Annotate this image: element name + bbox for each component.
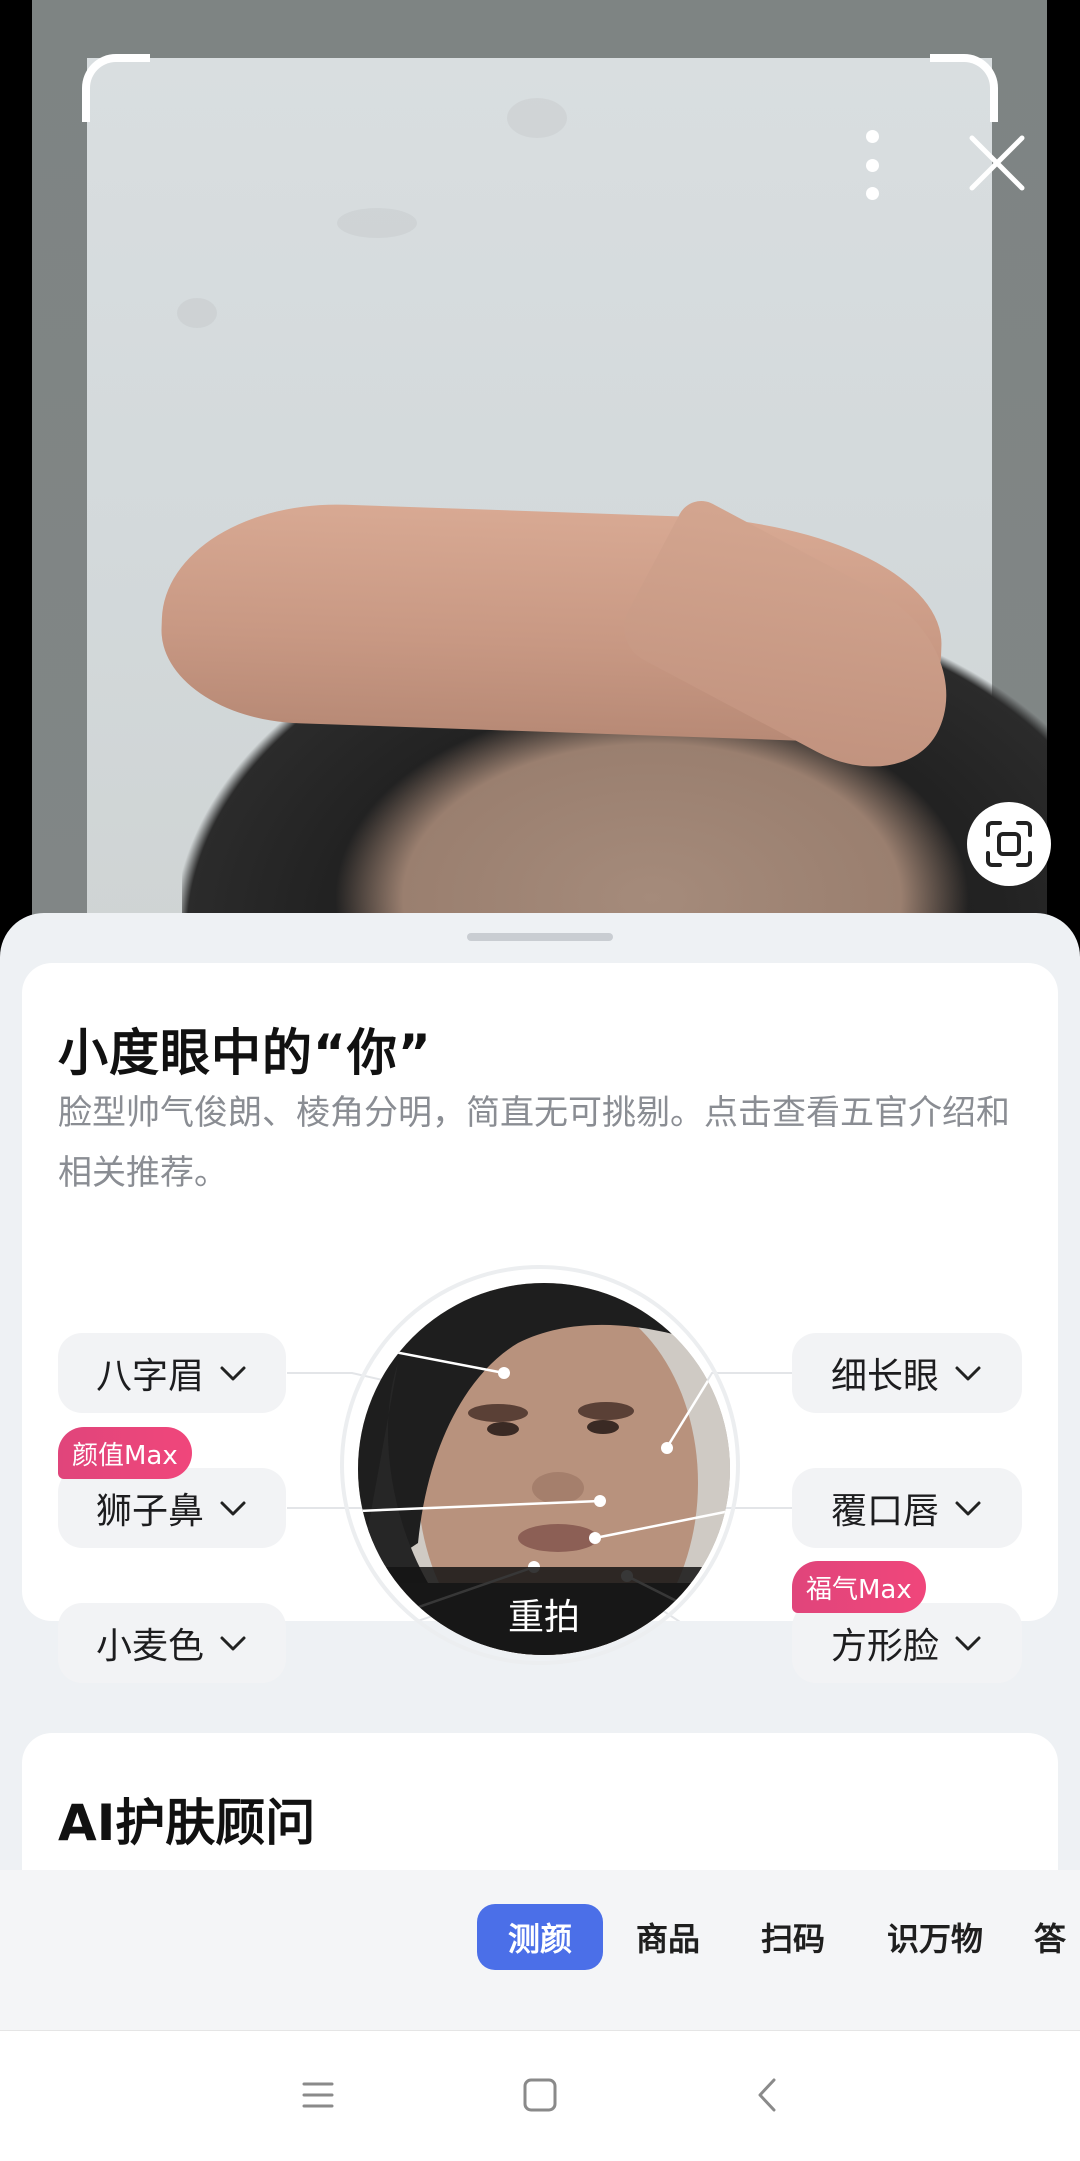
system-navigation-bar: [0, 2030, 1080, 2161]
chevron-down-icon: [220, 1366, 246, 1381]
tab-face-test[interactable]: 测颜: [477, 1904, 603, 1970]
feature-skin-tone[interactable]: 小麦色: [58, 1603, 286, 1683]
mode-tab-bar: 测颜 商品 扫码 识万物 答: [0, 1870, 1080, 2030]
card-title: 小度眼中的“你”: [58, 1024, 432, 1082]
frame-corner-top-left: [82, 54, 150, 122]
card-description[interactable]: 脸型帅气俊朗、棱角分明，简直无可挑剔。点击查看五官介绍和相关推荐。: [58, 1083, 1018, 1203]
feature-label: 八字眉: [95, 1356, 204, 1397]
scan-frame-icon: [986, 821, 1032, 867]
scan-frame-button[interactable]: [967, 802, 1051, 886]
feature-lips[interactable]: 覆口唇: [792, 1468, 1022, 1548]
tab-answer[interactable]: 答: [1034, 1904, 1080, 1970]
feature-label: 狮子鼻: [95, 1491, 204, 1532]
face-photo: 重拍: [358, 1283, 730, 1655]
feature-eyes[interactable]: 细长眼: [792, 1333, 1022, 1413]
feature-label: 方形脸: [830, 1626, 939, 1667]
feature-label: 小麦色: [95, 1626, 204, 1667]
tab-scan-code[interactable]: 扫码: [745, 1904, 841, 1970]
camera-photo: [32, 0, 1047, 930]
feature-badge: 颜值Max: [58, 1427, 192, 1479]
more-icon[interactable]: [850, 130, 894, 200]
home-icon[interactable]: [520, 2075, 560, 2115]
chevron-down-icon: [955, 1636, 981, 1651]
feature-nose[interactable]: 狮子鼻: [58, 1468, 286, 1548]
close-icon[interactable]: [966, 132, 1028, 194]
tab-products[interactable]: 商品: [620, 1904, 716, 1970]
face-analysis-card: 小度眼中的“你” 脸型帅气俊朗、棱角分明，简直无可挑剔。点击查看五官介绍和相关推…: [22, 963, 1058, 1683]
chevron-down-icon: [955, 1501, 981, 1516]
feature-face-shape[interactable]: 方形脸: [792, 1603, 1022, 1683]
feature-label: 细长眼: [830, 1356, 939, 1397]
ai-card-title: AI护肤顾问: [58, 1794, 316, 1852]
frame-corner-top-right: [930, 54, 998, 122]
feature-badge: 福气Max: [792, 1561, 926, 1613]
drag-handle[interactable]: [467, 933, 613, 941]
chevron-down-icon: [220, 1636, 246, 1651]
menu-icon[interactable]: [298, 2075, 338, 2115]
camera-preview: [0, 0, 1080, 930]
chevron-down-icon: [955, 1366, 981, 1381]
chevron-down-icon: [220, 1501, 246, 1516]
back-icon[interactable]: [748, 2075, 788, 2115]
feature-label: 覆口唇: [830, 1491, 939, 1532]
result-sheet: 小度眼中的“你” 脸型帅气俊朗、棱角分明，简直无可挑剔。点击查看五官介绍和相关推…: [0, 913, 1080, 2025]
feature-eyebrows[interactable]: 八字眉: [58, 1333, 286, 1413]
retake-button[interactable]: 重拍: [358, 1567, 730, 1655]
tab-identify-objects[interactable]: 识万物: [875, 1904, 995, 1970]
